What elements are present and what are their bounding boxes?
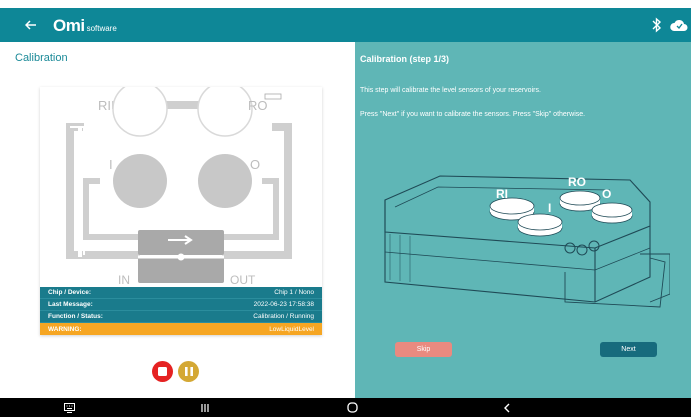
reservoir-ri bbox=[112, 87, 168, 137]
reservoir-i bbox=[113, 154, 167, 208]
warning-value: LowLiquidLevel bbox=[269, 325, 314, 333]
reservoir-ro bbox=[197, 87, 253, 137]
step-description: This step will calibrate the level senso… bbox=[360, 87, 541, 94]
info-value: Calibration / Running bbox=[253, 313, 314, 320]
chip-pump-lower bbox=[138, 257, 224, 283]
label-ri: RI bbox=[98, 98, 111, 113]
system-nav-bar bbox=[0, 398, 691, 417]
bluetooth-icon[interactable] bbox=[650, 17, 664, 33]
info-value: Chip 1 / Nono bbox=[274, 289, 314, 296]
device-label-ro: RO bbox=[568, 175, 586, 189]
step-title: Calibration (step 1/3) bbox=[360, 54, 450, 64]
skip-button[interactable]: Skip bbox=[395, 342, 452, 357]
device-label-ri: RI bbox=[496, 187, 508, 201]
back-arrow-icon[interactable] bbox=[20, 14, 42, 36]
back-icon[interactable] bbox=[500, 401, 514, 414]
recent-apps-icon[interactable] bbox=[198, 401, 212, 414]
info-row-function-status: Function / Status: Calibration / Running bbox=[40, 311, 322, 323]
keyboard-icon[interactable] bbox=[62, 401, 76, 414]
warning-row: WARNING: LowLiquidLevel bbox=[40, 323, 322, 335]
chip-valve bbox=[177, 253, 185, 261]
pause-button[interactable] bbox=[178, 361, 199, 382]
chip-pump-upper bbox=[138, 230, 224, 255]
info-key: Last Message: bbox=[48, 301, 93, 308]
logo-main-text: Omi bbox=[53, 16, 85, 35]
app-bar: Omi software bbox=[0, 8, 691, 42]
right-panel: Calibration (step 1/3) This step will ca… bbox=[355, 42, 691, 398]
info-key: Chip / Device: bbox=[48, 289, 91, 296]
warning-key: WARNING: bbox=[48, 325, 82, 333]
stop-icon bbox=[158, 367, 167, 376]
info-row-last-message: Last Message: 2022-06-23 17:58:38 bbox=[40, 299, 322, 311]
device-label-o: O bbox=[602, 187, 611, 201]
logo-sub-text: software bbox=[86, 24, 117, 33]
chip-card: RI RO I O IN OUT Chip / Device: Chip 1 /… bbox=[40, 87, 322, 335]
home-icon[interactable] bbox=[345, 401, 359, 414]
stop-button[interactable] bbox=[152, 361, 173, 382]
device-label-i: I bbox=[548, 201, 551, 215]
info-value: 2022-06-23 17:58:38 bbox=[253, 301, 314, 308]
device-illustration: RI I RO O bbox=[384, 175, 670, 308]
chip-diagram: RI RO I O IN OUT bbox=[66, 87, 292, 287]
label-ro: RO bbox=[248, 98, 268, 113]
reservoir-o bbox=[198, 154, 252, 208]
step-instruction: Press "Next" if you want to calibrate th… bbox=[360, 111, 586, 118]
info-row-chip-device: Chip / Device: Chip 1 / Nono bbox=[40, 287, 322, 299]
label-o: O bbox=[250, 157, 260, 172]
next-button[interactable]: Next bbox=[600, 342, 657, 357]
label-in: IN bbox=[118, 273, 130, 287]
run-controls bbox=[152, 361, 199, 382]
label-i: I bbox=[109, 157, 113, 172]
page-title: Calibration bbox=[15, 52, 68, 64]
omi-logo: Omi software bbox=[53, 16, 117, 36]
info-key: Function / Status: bbox=[48, 313, 103, 320]
status-table: Chip / Device: Chip 1 / Nono Last Messag… bbox=[40, 287, 322, 335]
left-panel: Calibration RI RO I O IN OUT Chip / Devi… bbox=[0, 42, 355, 398]
cloud-icon[interactable] bbox=[670, 18, 688, 32]
pause-icon bbox=[184, 367, 193, 376]
label-out: OUT bbox=[230, 273, 256, 287]
